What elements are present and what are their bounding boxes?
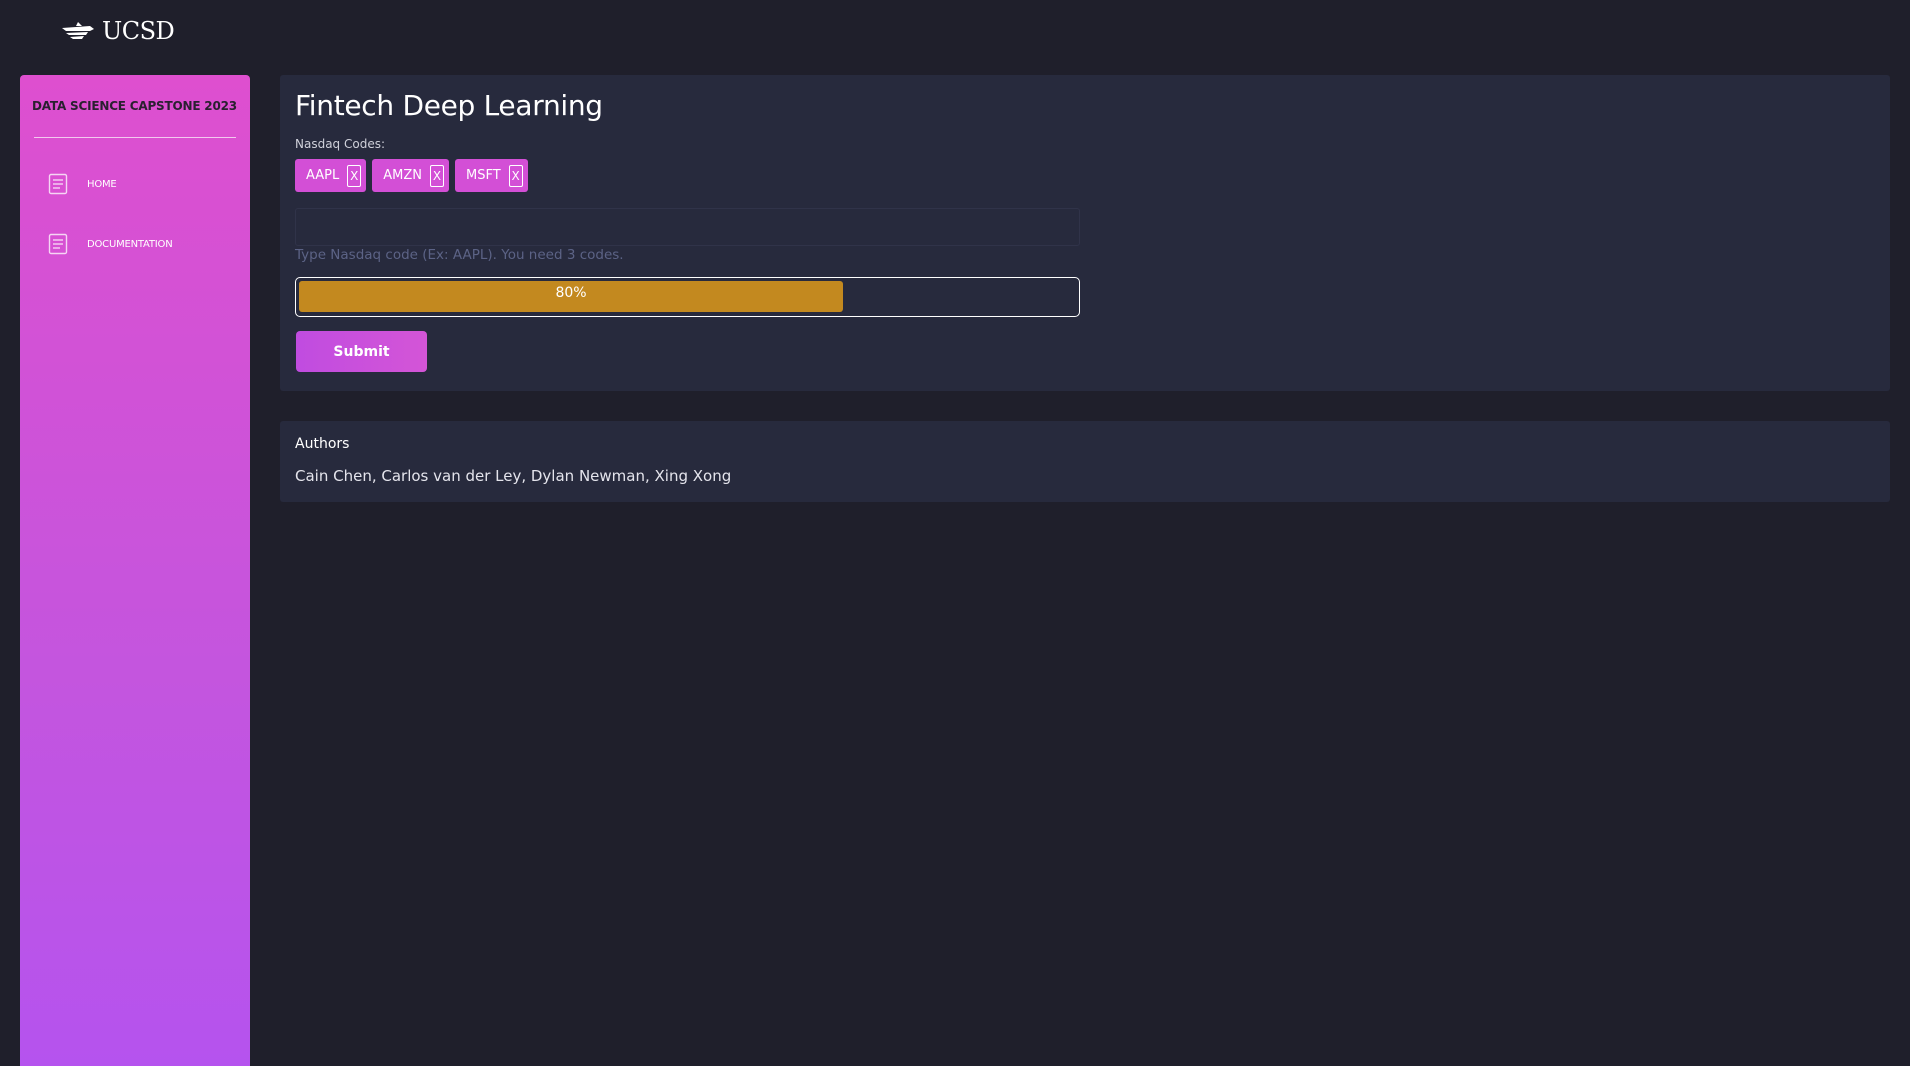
authors-card: Authors Cain Chen, Carlos van der Ley, D…: [280, 421, 1890, 502]
sidebar: DATA SCIENCE CAPSTONE 2023 HOME DOCUMENT…: [20, 75, 250, 1066]
chip-label: AMZN: [383, 168, 422, 183]
chip-label: AAPL: [306, 168, 340, 183]
document-icon: [48, 233, 68, 255]
sidebar-divider: [34, 137, 236, 138]
helper-text: Type Nasdaq code (Ex: AAPL). You need 3 …: [295, 247, 624, 263]
progress-label: 80%: [555, 284, 587, 301]
code-chip-amzn: AMZN X: [372, 159, 449, 192]
chip-label: MSFT: [465, 168, 501, 183]
sidebar-item-home[interactable]: HOME: [48, 169, 228, 199]
authors-heading: Authors: [295, 436, 350, 452]
sidebar-item-label: DOCUMENTATION: [87, 238, 173, 250]
remove-chip-button[interactable]: X: [347, 164, 362, 187]
sidebar-title: DATA SCIENCE CAPSTONE 2023: [32, 99, 237, 113]
document-icon: [48, 173, 68, 195]
main-card: Fintech Deep Learning Nasdaq Codes: AAPL…: [280, 75, 1890, 391]
code-chip-msft: MSFT X: [454, 159, 528, 192]
ucsd-logo[interactable]: UCSD: [60, 16, 175, 46]
sidebar-item-label: HOME: [87, 178, 117, 190]
code-chip-aapl: AAPL X: [295, 159, 367, 192]
code-chips: AAPL X AMZN X MSFT X: [295, 159, 528, 192]
remove-chip-button[interactable]: X: [429, 164, 444, 187]
submit-button[interactable]: Submit: [296, 331, 427, 372]
progress-bar: 80%: [295, 277, 1080, 317]
codes-label: Nasdaq Codes:: [295, 137, 385, 151]
sidebar-item-documentation[interactable]: DOCUMENTATION: [48, 229, 228, 259]
trident-logo-icon: [62, 22, 94, 39]
top-bar: UCSD: [0, 0, 1910, 62]
page-title: Fintech Deep Learning: [295, 89, 603, 122]
remove-chip-button[interactable]: X: [508, 164, 523, 187]
logo-text: UCSD: [102, 17, 175, 45]
progress-fill: 80%: [299, 281, 843, 312]
authors-names: Cain Chen, Carlos van der Ley, Dylan New…: [295, 467, 732, 485]
nasdaq-code-input[interactable]: [295, 208, 1080, 246]
